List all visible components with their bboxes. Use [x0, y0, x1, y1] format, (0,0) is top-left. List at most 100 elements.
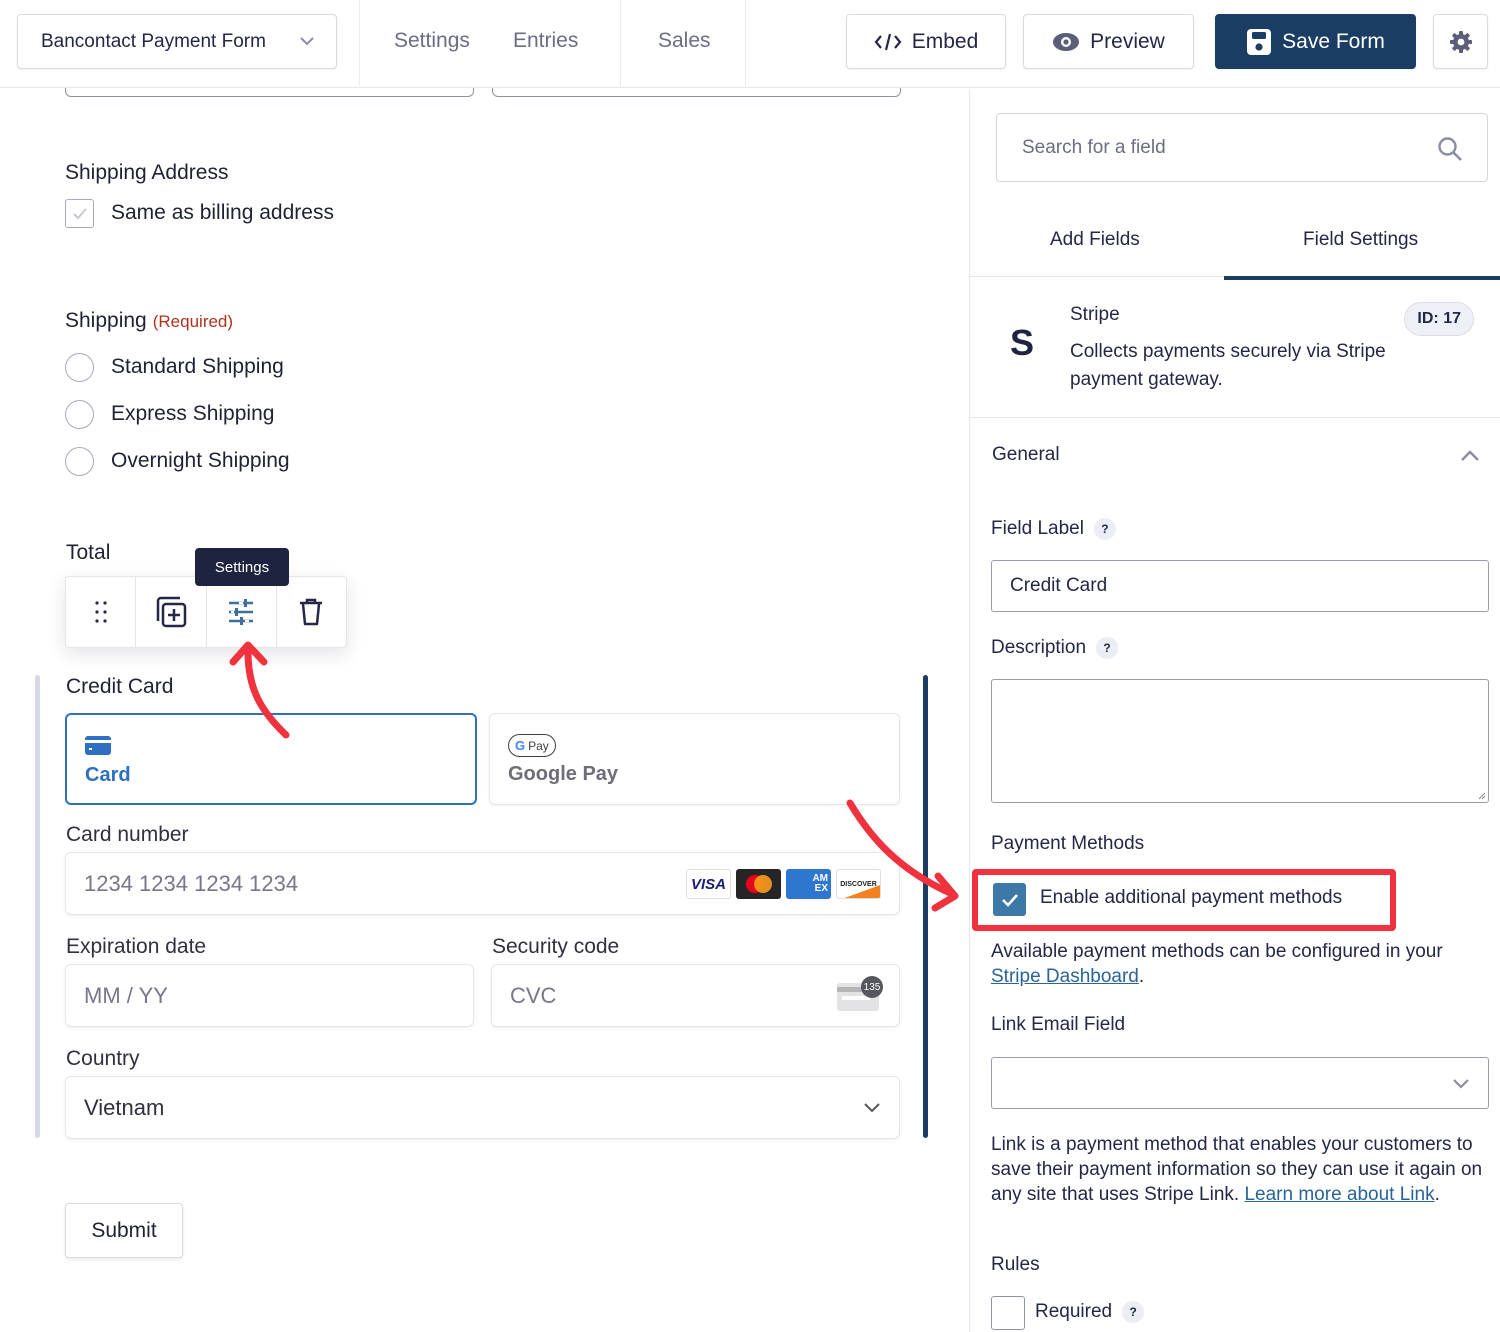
learn-more-link[interactable]: Learn more about Link [1244, 1184, 1434, 1205]
card-number-placeholder: 1234 1234 1234 1234 [84, 870, 299, 896]
field-id-badge: ID: 17 [1404, 302, 1474, 336]
chevron-down-icon [300, 37, 314, 46]
tab-field-settings[interactable]: Field Settings [1303, 229, 1418, 251]
nav-divider [359, 0, 360, 88]
expiration-date-input[interactable]: MM / YY [65, 964, 474, 1027]
link-email-field-select[interactable] [991, 1057, 1489, 1109]
discover-icon: DISCOVER [836, 869, 881, 899]
description-textarea[interactable] [991, 679, 1489, 803]
field-action-toolbar [65, 576, 347, 648]
field-settings-button[interactable] [207, 577, 277, 647]
field-label-input[interactable]: Credit Card [991, 560, 1489, 612]
required-checkbox[interactable] [991, 1296, 1025, 1330]
drag-handle-icon [95, 601, 107, 623]
cvc-placeholder: CVC [510, 982, 557, 1008]
credit-card-icon [85, 736, 111, 755]
field-label-value: Credit Card [1010, 575, 1108, 596]
payment-methods-label: Payment Methods [991, 833, 1145, 854]
form-selector-dropdown[interactable]: Bancontact Payment Form [17, 14, 337, 69]
description-label: Description? [991, 637, 1119, 659]
period: . [1434, 1184, 1440, 1205]
chevron-down-icon [864, 1103, 880, 1113]
nav-sales-link[interactable]: Sales [658, 29, 711, 53]
available-text: Available payment methods can be configu… [991, 941, 1443, 962]
google-g-icon: G [515, 738, 526, 753]
help-icon[interactable]: ? [1122, 1301, 1145, 1323]
nav-entries-link[interactable]: Entries [513, 29, 578, 53]
payment-tab-card[interactable]: Card [65, 713, 477, 805]
form-canvas: Shipping Address Same as billing address… [0, 79, 968, 1332]
field-search-input[interactable]: Search for a field [996, 113, 1488, 182]
nav-divider [745, 0, 746, 88]
gear-icon [1449, 30, 1472, 53]
required-label-text: Required [1035, 1301, 1113, 1323]
card-tab-label: Card [85, 764, 131, 786]
chevron-up-icon[interactable] [1460, 449, 1480, 463]
field-selection-bar-right [923, 675, 928, 1138]
field-label-label: Field Label? [991, 518, 1116, 540]
embed-button[interactable]: Embed [846, 14, 1006, 69]
nav-settings-link[interactable]: Settings [394, 29, 470, 53]
search-placeholder: Search for a field [1022, 136, 1166, 158]
settings-gear-button[interactable] [1433, 14, 1488, 69]
preview-button[interactable]: Preview [1023, 14, 1194, 69]
option-label: Express Shipping [111, 402, 275, 425]
stripe-logo-icon: S [1010, 322, 1035, 363]
payment-tab-google-pay[interactable]: G Pay Google Pay [489, 713, 900, 805]
google-pay-badge: G Pay [508, 734, 556, 757]
field-info-card: S Stripe Collects payments securely via … [970, 280, 1500, 418]
shipping-address-label: Shipping Address [65, 161, 229, 184]
expiration-placeholder: MM / YY [84, 982, 168, 1008]
annotation-highlight-box [972, 869, 1396, 931]
link-email-field-label: Link Email Field [991, 1014, 1126, 1035]
option-label: Standard Shipping [111, 355, 284, 378]
same-as-billing-label: Same as billing address [111, 201, 334, 224]
save-form-label: Save Form [1282, 29, 1385, 53]
field-label-text: Field Label [991, 518, 1084, 540]
required-tag: (Required) [152, 312, 234, 331]
google-pay-tab-label: Google Pay [508, 763, 619, 785]
general-section-title[interactable]: General [992, 444, 1060, 466]
nav-divider [620, 0, 621, 88]
total-label: Total [66, 541, 111, 564]
field-type-description: Collects payments securely via Stripe pa… [1070, 341, 1386, 390]
radio-overnight-shipping[interactable] [65, 447, 94, 476]
eye-icon [1053, 32, 1080, 51]
top-bar: Bancontact Payment Form Settings Entries… [0, 0, 1500, 88]
credit-card-label: Credit Card [66, 675, 174, 698]
country-label: Country [66, 1047, 140, 1070]
sliders-icon [229, 599, 254, 625]
floppy-disk-icon [1247, 28, 1272, 55]
code-icon [874, 33, 902, 50]
radio-express-shipping[interactable] [65, 400, 94, 429]
tab-add-fields[interactable]: Add Fields [1050, 229, 1140, 251]
field-type-title: Stripe [1070, 304, 1120, 325]
duplicate-icon [156, 596, 187, 628]
field-settings-sidebar: Search for a field Add Fields Field Sett… [969, 89, 1500, 1332]
delete-field-button[interactable] [277, 577, 346, 647]
help-icon[interactable]: ? [1093, 518, 1116, 540]
chevron-down-icon [1453, 1079, 1469, 1089]
card-number-input[interactable]: 1234 1234 1234 1234 VISA AM EX DISCOVER [65, 852, 900, 915]
same-as-billing-checkbox[interactable] [65, 199, 94, 228]
radio-standard-shipping[interactable] [65, 353, 94, 382]
help-icon[interactable]: ? [1096, 637, 1119, 659]
save-form-button[interactable]: Save Form [1215, 14, 1416, 69]
security-code-input[interactable]: CVC 135 [491, 964, 900, 1027]
country-select[interactable]: Vietnam [65, 1076, 900, 1139]
stripe-dashboard-link[interactable]: Stripe Dashboard [991, 966, 1139, 987]
duplicate-field-button[interactable] [136, 577, 207, 647]
embed-label: Embed [911, 29, 979, 53]
cvc-hint-badge: 135 [861, 976, 883, 998]
resize-handle-icon[interactable] [1478, 792, 1486, 800]
card-brand-icons: VISA AM EX DISCOVER [686, 869, 881, 899]
drag-handle-button[interactable] [66, 577, 137, 647]
shipping-label-text: Shipping [65, 309, 147, 332]
required-label: Required? [1035, 1301, 1145, 1323]
submit-button[interactable]: Submit [65, 1203, 183, 1258]
field-selection-bar-left [35, 675, 40, 1138]
period: . [1138, 966, 1145, 987]
shipping-label: Shipping (Required) [65, 309, 233, 333]
country-value: Vietnam [84, 1094, 165, 1120]
google-pay-badge-text: Pay [528, 738, 549, 753]
